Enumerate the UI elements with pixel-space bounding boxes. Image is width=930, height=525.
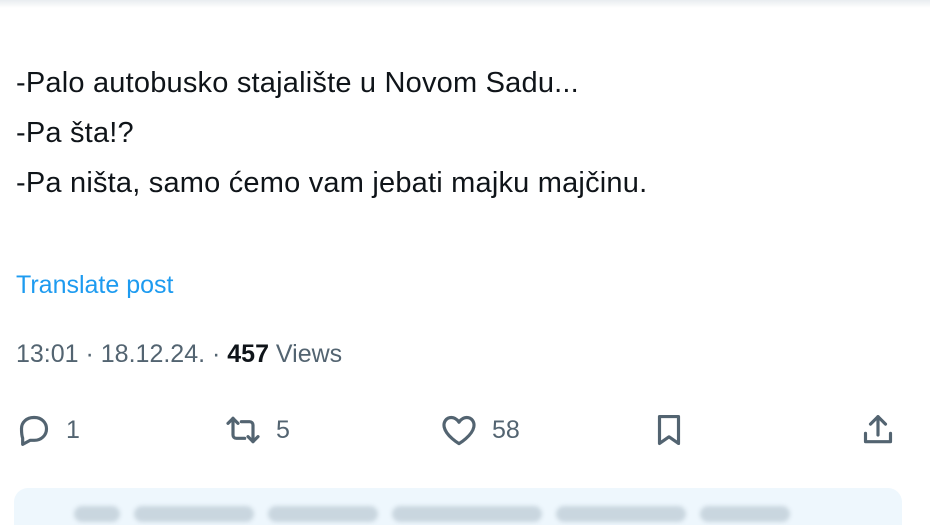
tweet-detail-page: -Palo autobusko stajalište u Novom Sadu.… bbox=[0, 0, 930, 525]
reply-button[interactable]: 1 bbox=[14, 405, 80, 455]
tweet-date[interactable]: 18.12.24. bbox=[101, 340, 205, 368]
reply-count: 1 bbox=[66, 415, 80, 444]
blurred-text-fragment bbox=[74, 506, 120, 522]
repost-button[interactable]: 5 bbox=[222, 405, 290, 455]
tweet-line: -Pa ništa, samo ćemo vam jebati majku ma… bbox=[16, 167, 648, 199]
tweet-meta: 13:01 · 18.12.24. · 457 Views bbox=[16, 337, 342, 371]
reply-icon bbox=[14, 410, 54, 450]
tweet-actions-bar: 1 5 58 bbox=[0, 405, 930, 455]
bookmark-button[interactable] bbox=[650, 405, 688, 455]
tweet-text: -Palo autobusko stajalište u Novom Sadu.… bbox=[16, 58, 647, 208]
tweet-line: -Palo autobusko stajalište u Novom Sadu.… bbox=[16, 67, 579, 99]
views-label: Views bbox=[268, 340, 343, 368]
views-count: 457 bbox=[227, 340, 269, 368]
cut-off-bottom-panel bbox=[14, 488, 902, 525]
tweet-line: -Pa šta!? bbox=[16, 117, 134, 149]
blurred-text-fragment bbox=[392, 506, 542, 522]
repost-icon bbox=[222, 410, 264, 450]
share-button[interactable] bbox=[858, 405, 898, 455]
cut-off-panel-text bbox=[74, 506, 834, 524]
like-count: 58 bbox=[492, 415, 520, 444]
like-icon bbox=[438, 410, 480, 450]
blurred-text-fragment bbox=[268, 506, 378, 522]
tweet-time[interactable]: 13:01 bbox=[16, 340, 79, 368]
blurred-text-fragment bbox=[700, 506, 790, 522]
meta-separator: · bbox=[78, 340, 101, 368]
translate-post-link[interactable]: Translate post bbox=[16, 268, 173, 302]
meta-separator: · bbox=[205, 340, 228, 368]
blurred-text-fragment bbox=[134, 506, 254, 522]
top-edge-fade bbox=[0, 0, 930, 8]
like-button[interactable]: 58 bbox=[438, 405, 520, 455]
share-icon bbox=[858, 410, 898, 450]
bookmark-icon bbox=[650, 410, 688, 450]
repost-count: 5 bbox=[276, 415, 290, 444]
blurred-text-fragment bbox=[556, 506, 686, 522]
